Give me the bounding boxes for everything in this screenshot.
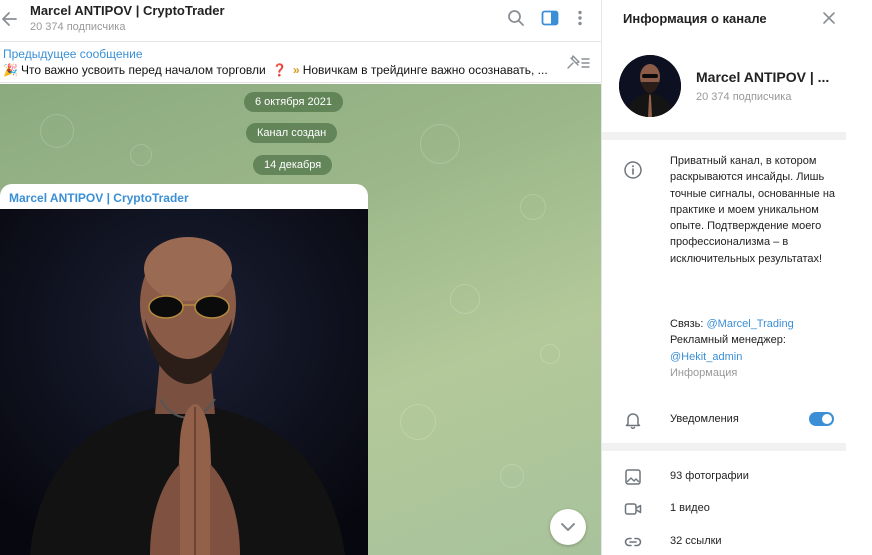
chevron-down-icon <box>561 523 575 531</box>
party-popper-icon: 🎉 <box>3 63 18 77</box>
scroll-down-button[interactable] <box>550 509 586 545</box>
notifications-label: Уведомления <box>670 413 739 425</box>
post-author[interactable]: Marcel ANTIPOV | CryptoTrader <box>9 191 189 205</box>
service-message: Канал создан <box>246 123 338 143</box>
wallpaper-doodle <box>420 124 460 164</box>
chat-panel: Marcel ANTIPOV | CryptoTrader 20 374 под… <box>0 0 601 555</box>
info-circle-icon <box>623 160 643 180</box>
contact-label: Связь: <box>670 318 707 330</box>
chat-subscriber-count: 20 374 подписчика <box>30 21 126 33</box>
ad-manager-link[interactable]: @Hekit_admin <box>670 351 742 363</box>
question-mark-icon: ❓ <box>272 63 288 77</box>
channel-subscriber-count: 20 374 подписчика <box>696 91 792 103</box>
media-label: 32 ссылки <box>670 535 722 547</box>
media-label: 1 видео <box>670 502 710 514</box>
window-margin <box>846 0 872 555</box>
info-panel-title: Информация о канале <box>623 11 767 26</box>
chat-title[interactable]: Marcel ANTIPOV | CryptoTrader <box>30 3 225 18</box>
bell-icon <box>623 410 643 430</box>
wallpaper-doodle <box>400 404 436 440</box>
media-label: 93 фотографии <box>670 470 749 482</box>
video-icon <box>623 499 643 519</box>
notifications-toggle[interactable] <box>809 412 834 426</box>
ad-manager-label: Рекламный менеджер: <box>670 334 786 347</box>
pinned-text-part2: Новичкам в трейдинге важно осознавать, .… <box>302 63 548 77</box>
date-divider: 14 декабря <box>253 155 333 175</box>
toggle-knob <box>822 414 832 424</box>
back-arrow-icon[interactable] <box>0 9 20 29</box>
pinned-message-bar[interactable]: Предыдущее сообщение 🎉 Что важно усвоить … <box>0 42 601 83</box>
wallpaper-doodle <box>540 344 560 364</box>
search-icon[interactable] <box>506 8 526 28</box>
wallpaper-doodle <box>130 144 152 166</box>
avatar[interactable] <box>619 55 681 117</box>
channel-post[interactable]: Marcel ANTIPOV | CryptoTrader <box>0 184 368 555</box>
section-divider <box>602 443 847 451</box>
link-icon <box>623 532 643 552</box>
wallpaper-doodle <box>450 284 480 314</box>
chat-header: Marcel ANTIPOV | CryptoTrader 20 374 под… <box>0 0 601 42</box>
channel-info-panel: Информация о канале Marcel ANTIPOV | ...… <box>601 0 847 555</box>
date-divider: 6 октября 2021 <box>244 92 343 112</box>
media-row-photos[interactable]: 93 фотографии <box>602 463 847 491</box>
wallpaper-doodle <box>40 114 74 148</box>
pinned-list-icon[interactable] <box>565 54 591 72</box>
channel-name: Marcel ANTIPOV | ... <box>696 69 830 85</box>
contact-link[interactable]: @Marcel_Trading <box>707 318 794 330</box>
pinned-text: 🎉 Что важно усвоить перед началом торговл… <box>3 63 563 77</box>
photo-icon <box>623 467 643 487</box>
sidebar-toggle-icon[interactable] <box>540 8 560 28</box>
channel-description: Приватный канал, в котором раскрываются … <box>670 155 836 265</box>
wallpaper-doodle <box>520 194 546 220</box>
section-divider <box>602 132 847 140</box>
info-caption: Информация <box>670 367 738 379</box>
pinned-label: Предыдущее сообщение <box>3 47 143 61</box>
media-row-videos[interactable]: 1 видео <box>602 495 847 523</box>
telegram-window: Marcel ANTIPOV | CryptoTrader 20 374 под… <box>0 0 872 555</box>
wallpaper-doodle <box>500 464 524 488</box>
media-row-links[interactable]: 32 ссылки <box>602 528 847 555</box>
double-chevron-icon: » <box>293 63 300 77</box>
pinned-text-part1: Что важно усвоить перед началом торговли <box>20 63 266 77</box>
channel-contacts: Связь: @Marcel_Trading Рекламный менедже… <box>670 316 840 365</box>
post-photo[interactable] <box>0 209 368 555</box>
more-vertical-icon[interactable] <box>570 8 590 28</box>
close-icon[interactable] <box>821 10 837 26</box>
